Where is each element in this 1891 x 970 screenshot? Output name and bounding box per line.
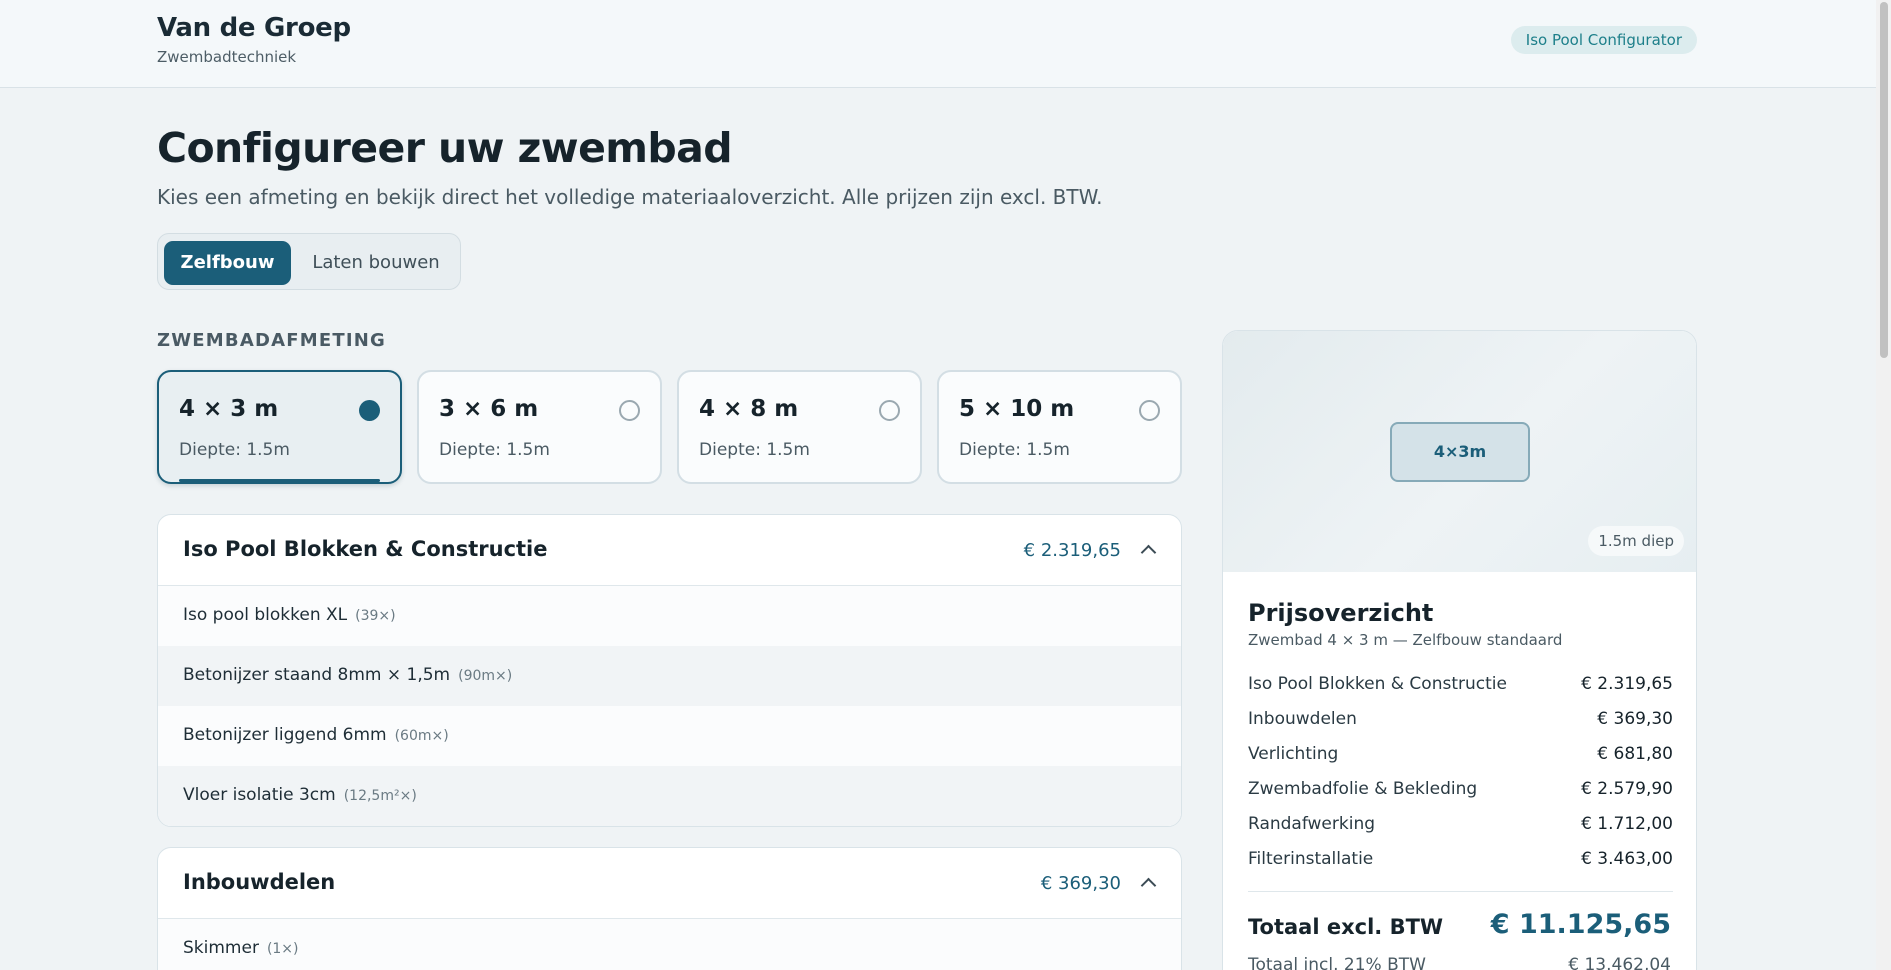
category-inbouwdelen: Inbouwdelen € 369,30 Skimmer (1×) <box>157 847 1182 970</box>
list-item: Betonijzer liggend 6mm (60m×) <box>158 706 1181 766</box>
summary-row-value: € 681,80 <box>1597 744 1673 764</box>
summary-row-label: Randafwerking <box>1248 814 1376 834</box>
item-quantity: (1×) <box>266 941 299 957</box>
category-header[interactable]: Inbouwdelen € 369,30 <box>158 848 1181 919</box>
summary-divider <box>1248 891 1673 892</box>
summary-row-label: Filterinstallatie <box>1248 849 1374 869</box>
total-excl-value: € 11.125,65 <box>1490 909 1671 940</box>
summary-row-label: Zwembadfolie & Bekleding <box>1248 779 1478 799</box>
radio-empty-icon[interactable] <box>619 400 640 421</box>
mode-zelfbouw-button[interactable]: Zelfbouw <box>164 241 291 285</box>
size-card-depth: Diepte: 1.5m <box>179 440 290 460</box>
size-card-5x10[interactable]: 5 × 10 m Diepte: 1.5m <box>937 370 1182 484</box>
radio-selected-icon[interactable] <box>359 400 380 421</box>
page-title: Configureer uw zwembad <box>157 124 733 172</box>
pool-preview: 4×3m 1.5m diep <box>1223 331 1696 572</box>
category-header[interactable]: Iso Pool Blokken & Constructie € 2.319,6… <box>158 515 1181 586</box>
summary-row-value: € 2.319,65 <box>1581 674 1673 694</box>
summary-row-value: € 2.579,90 <box>1581 779 1673 799</box>
page-subtitle: Kies een afmeting en bekijk direct het v… <box>157 185 1103 209</box>
item-quantity: (12,5m²×) <box>343 788 417 804</box>
total-incl-value: € 13.462,04 <box>1568 955 1671 970</box>
category-blokken-constructie: Iso Pool Blokken & Constructie € 2.319,6… <box>157 514 1182 827</box>
item-quantity: (90m×) <box>458 668 513 684</box>
chevron-up-icon[interactable] <box>1140 544 1157 561</box>
radio-empty-icon[interactable] <box>1139 400 1160 421</box>
summary-row-label: Iso Pool Blokken & Constructie <box>1248 674 1507 694</box>
summary-row: Zwembadfolie & Bekleding € 2.579,90 <box>1248 779 1673 805</box>
total-excl-label: Totaal excl. BTW <box>1248 915 1444 939</box>
summary-row-label: Inbouwdelen <box>1248 709 1357 729</box>
summary-row: Filterinstallatie € 3.463,00 <box>1248 849 1673 875</box>
item-quantity: (39×) <box>355 608 396 624</box>
summary-row-label: Verlichting <box>1248 744 1339 764</box>
item-name: Betonijzer liggend 6mm (60m×) <box>183 725 449 745</box>
price-summary-panel: 4×3m 1.5m diep Prijsoverzicht Zwembad 4 … <box>1222 330 1697 970</box>
configurator-badge: Iso Pool Configurator <box>1510 26 1697 54</box>
size-card-name: 5 × 10 m <box>959 396 1075 422</box>
top-header: Van de Groep Zwembadtechniek Iso Pool Co… <box>0 0 1876 88</box>
item-name: Skimmer (1×) <box>183 938 299 958</box>
scrollbar-thumb[interactable] <box>1880 2 1888 358</box>
size-card-4x8[interactable]: 4 × 8 m Diepte: 1.5m <box>677 370 922 484</box>
depth-badge: 1.5m diep <box>1588 526 1684 556</box>
size-card-name: 3 × 6 m <box>439 396 539 422</box>
size-card-name: 4 × 3 m <box>179 396 279 422</box>
item-name: Betonijzer staand 8mm × 1,5m (90m×) <box>183 665 513 685</box>
summary-row: Inbouwdelen € 369,30 <box>1248 709 1673 735</box>
radio-empty-icon[interactable] <box>879 400 900 421</box>
list-item: Iso pool blokken XL (39×) <box>158 586 1181 646</box>
category-title: Inbouwdelen <box>183 870 336 894</box>
brand-tagline: Zwembadtechniek <box>157 48 297 66</box>
summary-row-value: € 369,30 <box>1597 709 1673 729</box>
size-card-depth: Diepte: 1.5m <box>699 440 810 460</box>
size-card-3x6[interactable]: 3 × 6 m Diepte: 1.5m <box>417 370 662 484</box>
size-card-4x3[interactable]: 4 × 3 m Diepte: 1.5m <box>157 370 402 484</box>
category-price: € 2.319,65 <box>1023 540 1121 561</box>
size-card-name: 4 × 8 m <box>699 396 799 422</box>
size-card-depth: Diepte: 1.5m <box>959 440 1070 460</box>
chevron-up-icon[interactable] <box>1140 877 1157 894</box>
summary-row-value: € 3.463,00 <box>1581 849 1673 869</box>
size-card-depth: Diepte: 1.5m <box>439 440 550 460</box>
size-section-label: ZWEMBADAFMETING <box>157 330 386 351</box>
summary-title: Prijsoverzicht <box>1248 599 1434 627</box>
mode-laten-bouwen-button[interactable]: Laten bouwen <box>296 241 456 285</box>
summary-row: Randafwerking € 1.712,00 <box>1248 814 1673 840</box>
list-item: Vloer isolatie 3cm (12,5m²×) <box>158 766 1181 826</box>
item-name: Iso pool blokken XL (39×) <box>183 605 396 625</box>
summary-row: Iso Pool Blokken & Constructie € 2.319,65 <box>1248 674 1673 700</box>
summary-row-value: € 1.712,00 <box>1581 814 1673 834</box>
category-title: Iso Pool Blokken & Constructie <box>183 537 548 561</box>
summary-subtitle: Zwembad 4 × 3 m — Zelfbouw standaard <box>1248 631 1563 649</box>
category-price: € 369,30 <box>1040 873 1121 894</box>
list-item: Betonijzer staand 8mm × 1,5m (90m×) <box>158 646 1181 706</box>
item-quantity: (60m×) <box>394 728 449 744</box>
pool-shape: 4×3m <box>1390 422 1530 482</box>
item-name: Vloer isolatie 3cm (12,5m²×) <box>183 785 417 805</box>
build-mode-toggle: Zelfbouw Laten bouwen <box>157 233 461 290</box>
summary-row: Verlichting € 681,80 <box>1248 744 1673 770</box>
total-incl-label: Totaal incl. 21% BTW <box>1248 955 1426 970</box>
list-item: Skimmer (1×) <box>158 919 1181 970</box>
brand-name[interactable]: Van de Groep <box>157 13 351 43</box>
